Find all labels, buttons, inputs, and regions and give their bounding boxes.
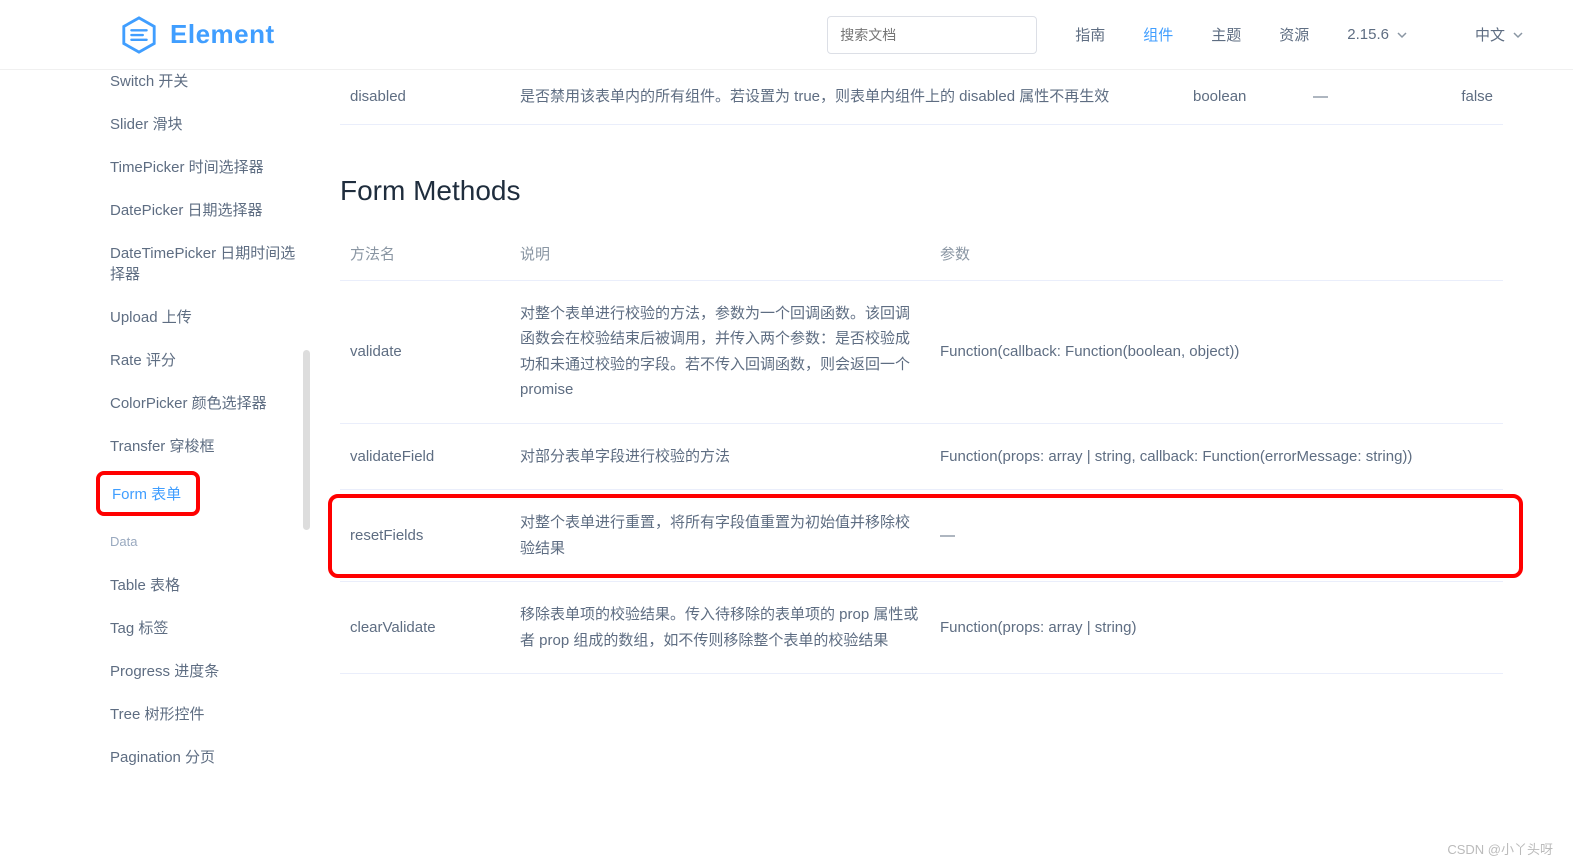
method-desc: 对部分表单字段进行校验的方法 [510,423,930,490]
sidebar-scrollbar[interactable] [303,350,310,530]
element-logo-icon [120,16,158,54]
header: Element 指南 组件 主题 资源 2.15.6 中文 [0,0,1573,70]
method-params: Function(callback: Function(boolean, obj… [930,280,1503,423]
table-row-highlighted: resetFields 对整个表单进行重置，将所有字段值重置为初始值并移除校验结… [340,490,1503,582]
version-dropdown[interactable]: 2.15.6 [1347,26,1407,43]
method-desc: 对整个表单进行校验的方法，参数为一个回调函数。该回调函数会在校验结束后被调用，并… [510,280,930,423]
logo[interactable]: Element [120,16,275,54]
chevron-down-icon [1397,30,1407,40]
chevron-down-icon [1513,30,1523,40]
sidebar-item-tree[interactable]: Tree 树形控件 [60,692,300,735]
method-name: validateField [340,423,510,490]
table-row: clearValidate 移除表单项的校验结果。传入待移除的表单项的 prop… [340,582,1503,674]
col-method-params: 参数 [930,227,1503,281]
sidebar-group-data: Data [60,520,300,563]
nav-component[interactable]: 组件 [1143,24,1173,45]
search-input[interactable] [827,16,1037,54]
nav-guide[interactable]: 指南 [1075,24,1105,45]
sidebar-item-table[interactable]: Table 表格 [60,563,300,606]
sidebar-item-slider[interactable]: Slider 滑块 [60,102,300,145]
attr-desc: 是否禁用该表单内的所有组件。若设置为 true，则表单内组件上的 disable… [510,70,1183,124]
sidebar-item-tag[interactable]: Tag 标签 [60,606,300,649]
version-label: 2.15.6 [1347,26,1389,43]
attr-default: false [1423,70,1503,124]
sidebar-item-switch[interactable]: Switch 开关 [60,70,300,102]
nav-theme[interactable]: 主题 [1211,24,1241,45]
methods-table: 方法名 说明 参数 validate 对整个表单进行校验的方法，参数为一个回调函… [340,227,1503,675]
sidebar-item-colorpicker[interactable]: ColorPicker 颜色选择器 [60,381,300,424]
col-method-name: 方法名 [340,227,510,281]
attr-options: — [1303,70,1423,124]
logo-text: Element [170,19,275,50]
sidebar-item-datetimepicker[interactable]: DateTimePicker 日期时间选择器 [60,231,300,295]
header-nav: 指南 组件 主题 资源 2.15.6 中文 [827,16,1553,54]
language-dropdown[interactable]: 中文 [1475,24,1523,45]
method-name: resetFields [340,490,510,582]
method-name: validate [340,280,510,423]
method-params: Function(props: array | string, callback… [930,423,1503,490]
table-header-row: 方法名 说明 参数 [340,227,1503,281]
watermark: CSDN @小丫头呀 [1447,839,1553,858]
table-row: validateField 对部分表单字段进行校验的方法 Function(pr… [340,423,1503,490]
sidebar-item-progress[interactable]: Progress 进度条 [60,649,300,692]
table-row: validate 对整个表单进行校验的方法，参数为一个回调函数。该回调函数会在校… [340,280,1503,423]
method-params: Function(props: array | string) [930,582,1503,674]
table-row: disabled 是否禁用该表单内的所有组件。若设置为 true，则表单内组件上… [340,70,1503,124]
attr-type: boolean [1183,70,1303,124]
sidebar-item-rate[interactable]: Rate 评分 [60,338,300,381]
sidebar: Switch 开关 Slider 滑块 TimePicker 时间选择器 Dat… [0,70,300,798]
sidebar-item-upload[interactable]: Upload 上传 [60,295,300,338]
language-label: 中文 [1475,24,1505,45]
col-method-desc: 说明 [510,227,930,281]
method-params: — [930,490,1503,582]
sidebar-item-timepicker[interactable]: TimePicker 时间选择器 [60,145,300,188]
layout: Switch 开关 Slider 滑块 TimePicker 时间选择器 Dat… [0,70,1573,798]
method-desc: 对整个表单进行重置，将所有字段值重置为初始值并移除校验结果 [510,490,930,582]
attributes-table: disabled 是否禁用该表单内的所有组件。若设置为 true，则表单内组件上… [340,70,1503,125]
section-title-methods: Form Methods [340,175,1503,207]
method-desc: 移除表单项的校验结果。传入待移除的表单项的 prop 属性或者 prop 组成的… [510,582,930,674]
sidebar-item-form[interactable]: Form 表单 [96,471,200,516]
method-name: clearValidate [340,582,510,674]
content: disabled 是否禁用该表单内的所有组件。若设置为 true，则表单内组件上… [300,70,1573,798]
sidebar-item-pagination[interactable]: Pagination 分页 [60,735,300,778]
nav-resource[interactable]: 资源 [1279,24,1309,45]
sidebar-item-datepicker[interactable]: DatePicker 日期选择器 [60,188,300,231]
attr-name: disabled [340,70,510,124]
sidebar-item-transfer[interactable]: Transfer 穿梭框 [60,424,300,467]
